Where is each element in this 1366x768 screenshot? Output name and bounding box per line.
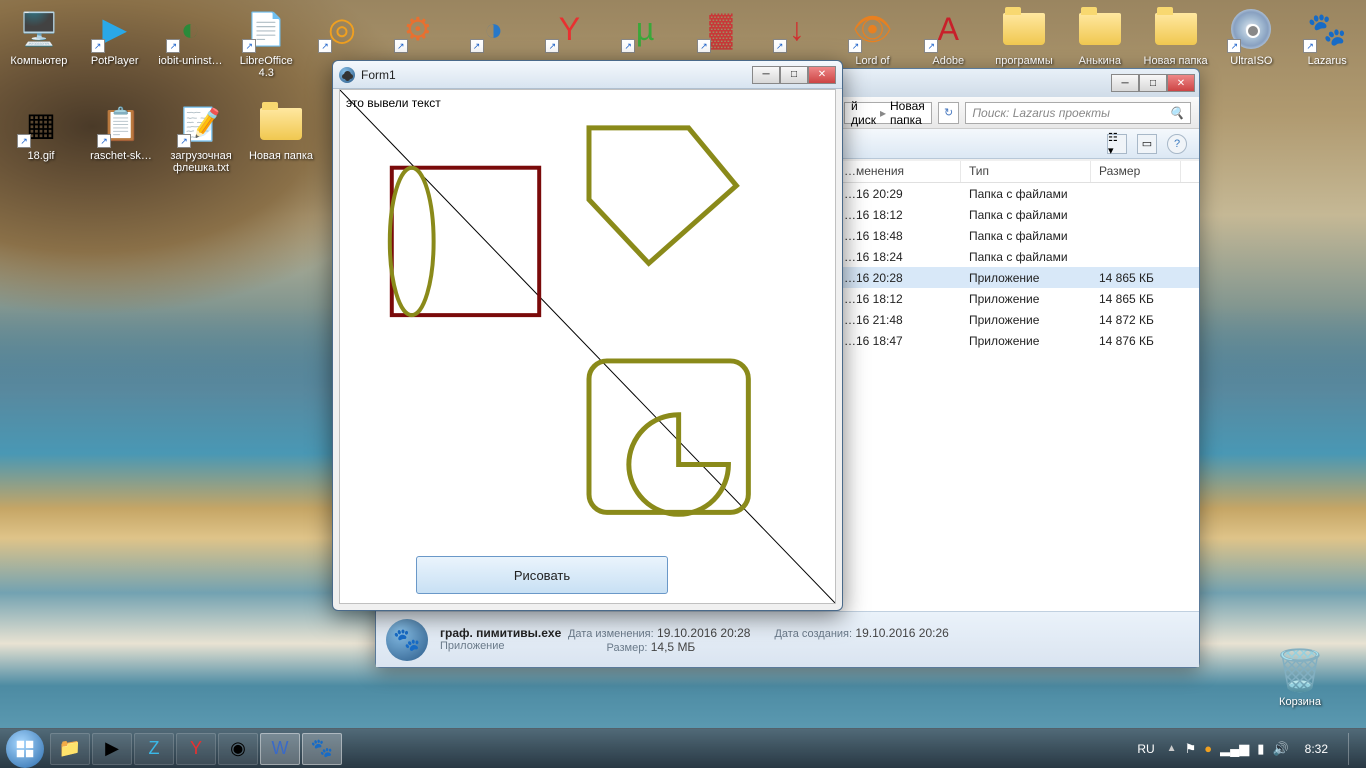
computer-icon: 🖥️	[15, 5, 63, 53]
preview-pane-button[interactable]: ▭	[1137, 134, 1157, 154]
lazarus-icon	[339, 67, 355, 83]
icon-label: Adobe	[932, 55, 964, 67]
breadcrumb-item[interactable]: й диск	[851, 99, 876, 127]
desktop-icon-raschet[interactable]: 📋↗ raschet-sk…	[85, 100, 157, 174]
form1-window: Form1 ─ □ ✕ это вывели текст Рисовать	[332, 60, 843, 611]
app-icon: 🐾	[386, 619, 428, 661]
app2-icon: ◑↗	[470, 5, 518, 53]
desktop-icon-lazarus[interactable]: 🐾↗ Lazarus	[1293, 5, 1361, 79]
start-button[interactable]	[6, 730, 44, 768]
recycle-label: Корзина	[1279, 696, 1321, 708]
desktop-icon-ultraiso[interactable]: ↗ UltraISO	[1218, 5, 1286, 79]
view-options-button[interactable]: ☷ ▾	[1107, 134, 1127, 154]
desktop-icon-iobit[interactable]: ◐↗ iobit-uninst…	[157, 5, 225, 79]
maximize-button[interactable]: □	[1139, 74, 1167, 92]
trash-icon: 🗑️	[1275, 647, 1325, 694]
minimize-button[interactable]: ─	[1111, 74, 1139, 92]
icon-label: 18.gif	[28, 150, 55, 162]
canvas-svg	[340, 90, 835, 603]
desktop-icon-newfolder2[interactable]: Новая папка	[245, 100, 317, 174]
taskbar-media[interactable]: ▶	[92, 733, 132, 765]
help-button[interactable]: ?	[1167, 134, 1187, 154]
clock[interactable]: 8:32	[1297, 742, 1336, 756]
search-input[interactable]: Поиск: Lazarus проекты 🔍	[965, 102, 1191, 124]
desktop-icon-potplayer[interactable]: ▶↗ PotPlayer	[81, 5, 149, 79]
taskbar-chrome[interactable]: ◉	[218, 733, 258, 765]
desktop-icon-computer[interactable]: 🖥️ Компьютер	[5, 5, 73, 79]
icon-label: Новая папка	[249, 150, 313, 162]
show-desktop-button[interactable]	[1348, 733, 1360, 765]
desktop-icon-bootflash[interactable]: 📝↗загрузочная флешка.txt	[165, 100, 237, 174]
desktop-icon-libreoffice[interactable]: 📄↗LibreOffice 4.3	[232, 5, 300, 79]
details-filetype: Приложение	[440, 640, 505, 654]
system-tray: RU ▲ ⚑ ● ▂▄▆ ▮ 🔊 8:32	[1133, 733, 1360, 765]
app4-icon: ↓↗	[773, 5, 821, 53]
taskbar: 📁 ▶ Z Y ◉ W 🐾 RU ▲ ⚑ ● ▂▄▆ ▮ 🔊 8:32	[0, 728, 1366, 768]
taskbar-explorer[interactable]: 📁	[50, 733, 90, 765]
close-button[interactable]: ✕	[808, 66, 836, 84]
tray-expand-icon[interactable]: ▲	[1167, 743, 1177, 754]
network-icon[interactable]: ▂▄▆	[1220, 741, 1249, 757]
form1-title: Form1	[361, 68, 396, 82]
breadcrumb[interactable]: й диск ▸ Новая папка	[844, 102, 932, 124]
icon-label: LibreOffice 4.3	[232, 55, 300, 79]
drawing-canvas: это вывели текст Рисовать	[339, 89, 836, 604]
adobe-icon: A↗	[924, 5, 972, 53]
newfolder2-icon	[257, 100, 305, 148]
refresh-button[interactable]: ↻	[938, 102, 960, 124]
battery-icon[interactable]: ▮	[1257, 741, 1264, 757]
close-button[interactable]: ✕	[1167, 74, 1195, 92]
icon-label: Анькина	[1079, 55, 1121, 67]
recycle-bin[interactable]: 🗑️ Корзина	[1264, 647, 1336, 708]
potplayer-icon: ▶↗	[91, 5, 139, 53]
app3-icon: ▓↗	[697, 5, 745, 53]
taskbar-yandex[interactable]: Y	[176, 733, 216, 765]
icon-label: загрузочная флешка.txt	[165, 150, 237, 174]
column-date[interactable]: …менения	[836, 161, 961, 182]
draw-button[interactable]: Рисовать	[416, 556, 668, 594]
gif18-icon: ▦↗	[17, 100, 65, 148]
utorrent-icon: µ↗	[621, 5, 669, 53]
details-pane: 🐾 граф. пимитивы.exe Дата изменения: 19.…	[376, 611, 1199, 667]
windows-icon	[14, 738, 36, 760]
icon-label: PotPlayer	[91, 55, 139, 67]
libreoffice-icon: 📄↗	[242, 5, 290, 53]
iobit-icon: ◐↗	[166, 5, 214, 53]
newfolder-icon	[1152, 5, 1200, 53]
yandex-icon: Y↗	[545, 5, 593, 53]
taskbar-lazarus-app[interactable]: 🐾	[302, 733, 342, 765]
programs-icon	[1000, 5, 1048, 53]
icon-label: Компьютер	[10, 55, 67, 67]
desktop-icon-gif18[interactable]: ▦↗ 18.gif	[5, 100, 77, 174]
icon-label: UltraISO	[1230, 55, 1272, 67]
volume-icon[interactable]: 🔊	[1272, 741, 1288, 757]
search-icon: 🔍	[1169, 106, 1184, 120]
details-filename: граф. пимитивы.exe	[440, 626, 561, 640]
lordof-icon: 👁↗	[848, 5, 896, 53]
minimize-button[interactable]: ─	[752, 66, 780, 84]
language-indicator[interactable]: RU	[1133, 740, 1158, 758]
column-size[interactable]: Размер	[1091, 161, 1181, 182]
app1-icon: ⚙↗	[394, 5, 442, 53]
icon-label: Lazarus	[1308, 55, 1347, 67]
raschet-icon: 📋↗	[97, 100, 145, 148]
lazarus-icon: 🐾↗	[1303, 5, 1351, 53]
form1-titlebar[interactable]: Form1 ─ □ ✕	[333, 61, 842, 89]
column-type[interactable]: Тип	[961, 161, 1091, 182]
ultraiso-icon: ↗	[1227, 5, 1275, 53]
anykina-icon	[1076, 5, 1124, 53]
icon-label: Lord of	[855, 55, 889, 67]
breadcrumb-item[interactable]: Новая папка	[890, 99, 925, 127]
icon-label: программы	[995, 55, 1052, 67]
bootflash-icon: 📝↗	[177, 100, 225, 148]
avast-icon[interactable]: ●	[1204, 741, 1212, 756]
taskbar-zona[interactable]: Z	[134, 733, 174, 765]
flag-icon[interactable]: ⚑	[1185, 741, 1197, 757]
aimp-icon: ◎↗	[318, 5, 366, 53]
icon-label: raschet-sk…	[90, 150, 152, 162]
taskbar-word[interactable]: W	[260, 733, 300, 765]
maximize-button[interactable]: □	[780, 66, 808, 84]
icon-label: iobit-uninst…	[158, 55, 222, 67]
icon-label: Новая папка	[1144, 55, 1208, 67]
